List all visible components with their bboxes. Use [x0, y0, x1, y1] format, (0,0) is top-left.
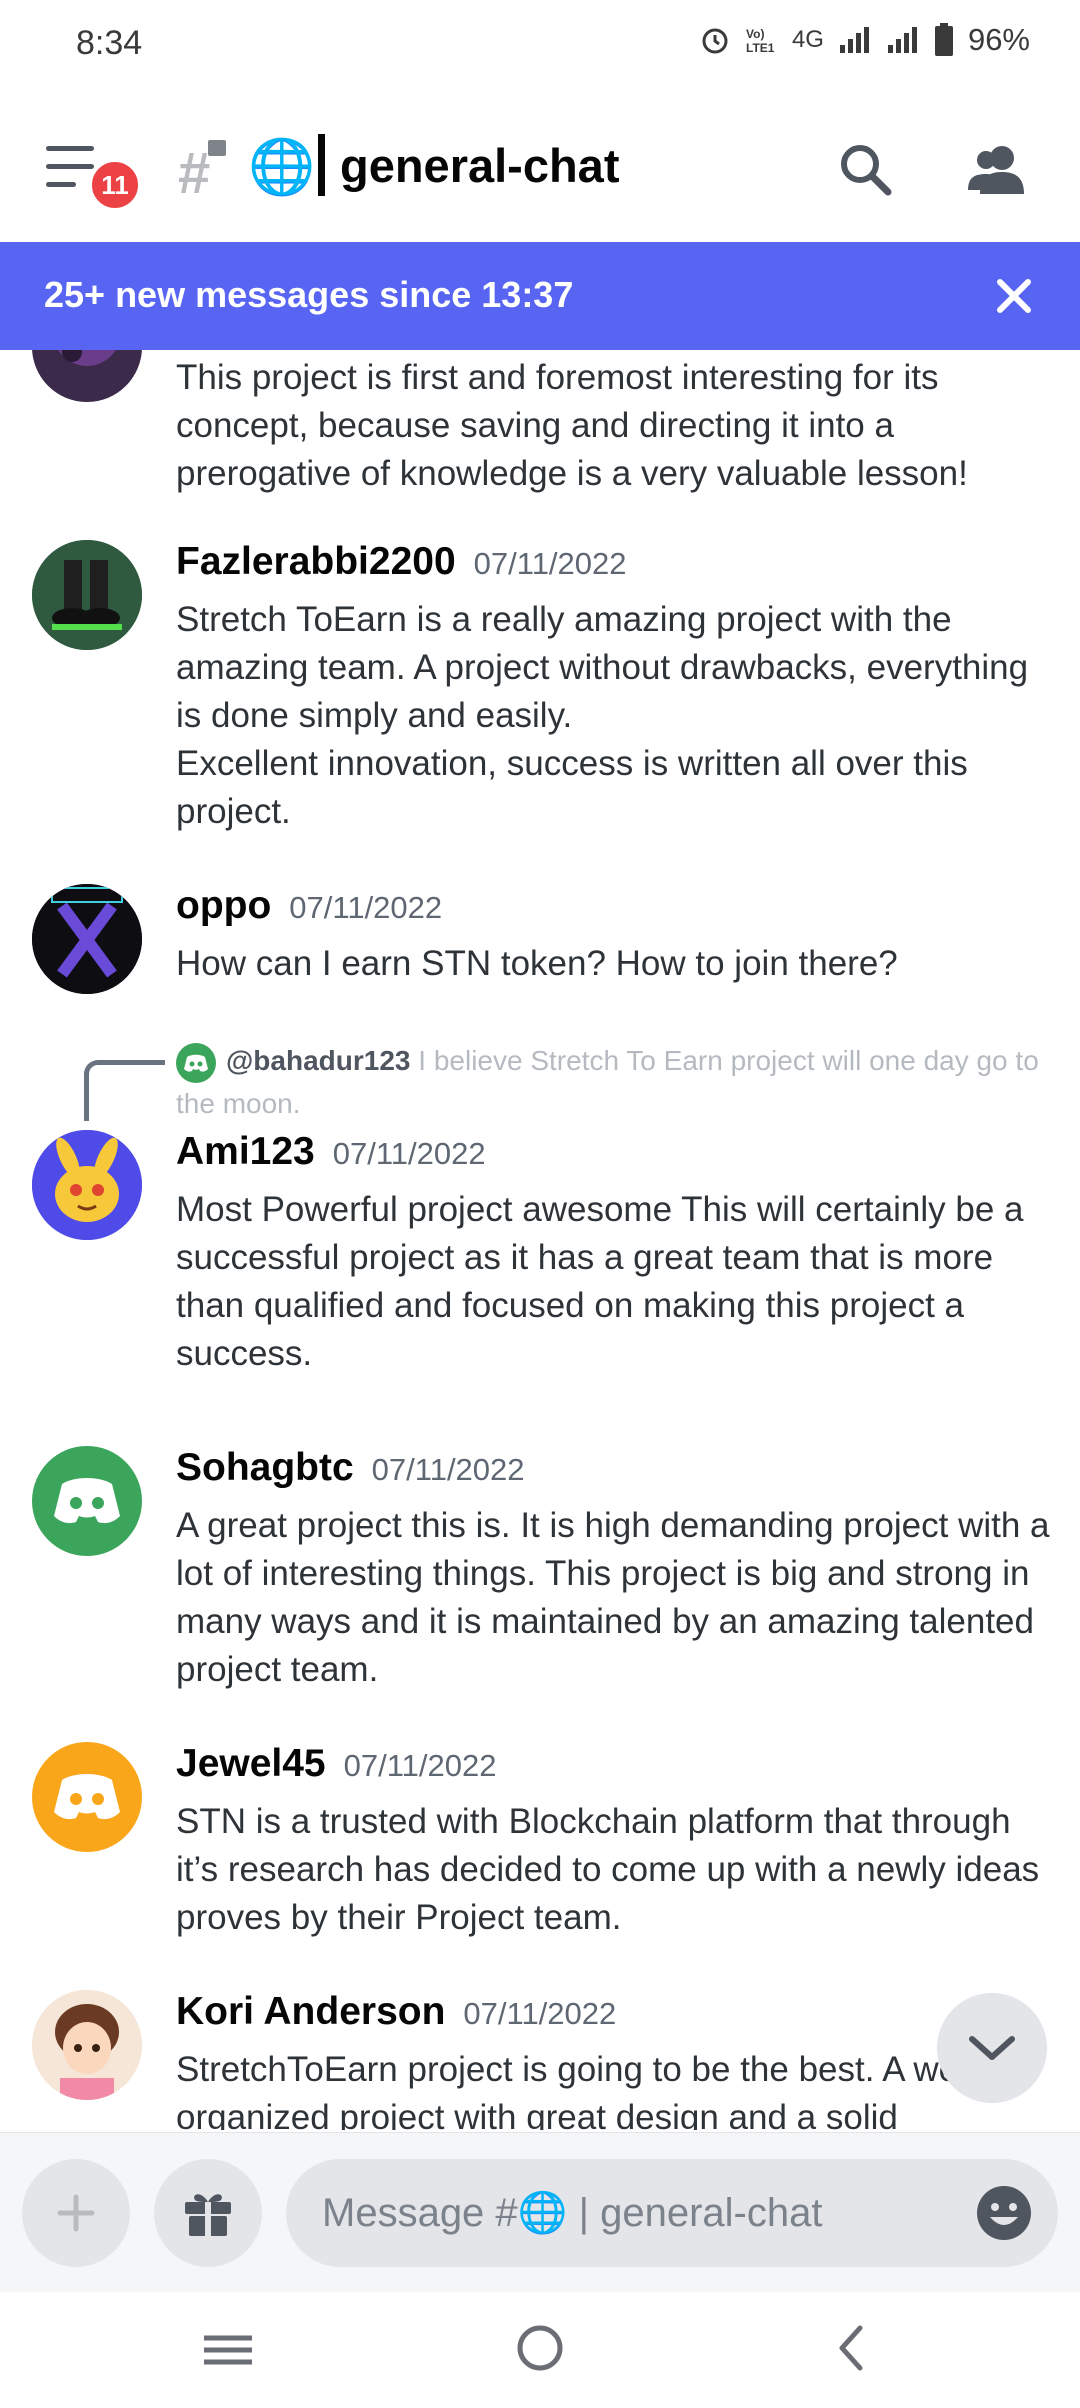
plus-icon	[57, 2194, 95, 2232]
notification-badge: 11	[88, 158, 142, 212]
message-text: Stretch ToEarn is a really amazing proje…	[176, 596, 1056, 836]
message-text: STN is a trusted with Blockchain platfor…	[176, 1802, 1040, 1937]
back-button[interactable]	[824, 2320, 880, 2376]
channel-divider	[318, 134, 325, 196]
message-input[interactable]: Message #🌐 | general-chat	[286, 2159, 1058, 2267]
message-paragraph: Stretch ToEarn is a really amazing proje…	[176, 600, 1029, 735]
gift-icon	[185, 2194, 231, 2236]
member-list-button[interactable]	[962, 134, 1032, 204]
recent-apps-icon	[204, 2335, 252, 2365]
close-icon	[997, 279, 1031, 313]
network-type: 4G	[791, 26, 824, 53]
message-date: 07/11/2022	[463, 1996, 617, 2031]
status-icons: Vo) LTE1 4G 96%	[700, 22, 1030, 58]
avatar[interactable]	[32, 1446, 142, 1556]
author-name[interactable]: oppo	[176, 884, 271, 927]
attach-button[interactable]	[22, 2159, 130, 2267]
status-bar: 8:34 Vo) LTE1 4G 96%	[0, 0, 1080, 90]
menu-icon	[46, 146, 94, 151]
signal-icon	[839, 27, 869, 53]
discord-icon	[54, 1774, 120, 1820]
alarm-icon	[702, 28, 728, 54]
battery-percent: 96%	[967, 22, 1030, 57]
message-text: StretchToEarn project is going to be the…	[176, 2050, 986, 2130]
jump-to-bottom-button[interactable]	[937, 1993, 1047, 2103]
author-name[interactable]: Fazlerabbi2200	[176, 540, 456, 583]
volte-icon: Vo) LTE1	[746, 27, 775, 55]
discord-icon	[54, 1478, 120, 1524]
message-composer: Message #🌐 | general-chat	[0, 2132, 1080, 2293]
reply-preview[interactable]: @bahadur123 I believe Stretch To Earn pr…	[176, 1040, 1056, 1125]
signal-icon	[887, 27, 917, 53]
back-icon	[839, 2325, 863, 2371]
message-date: 07/11/2022	[473, 546, 627, 581]
message-author[interactable]: Fazlerabbi2200 07/11/2022	[176, 540, 627, 584]
message-text: How can I earn STN token? How to join th…	[176, 944, 898, 983]
emoji-button[interactable]	[974, 2183, 1034, 2243]
channel-emoji: 🌐	[248, 137, 316, 197]
menu-icon-bar	[46, 182, 76, 187]
reply-connector	[84, 1060, 165, 1121]
recent-apps-button[interactable]	[200, 2322, 256, 2378]
message-paragraph: Excellent innovation, success is written…	[176, 744, 968, 831]
avatar[interactable]	[32, 1990, 142, 2100]
close-banner-button[interactable]	[986, 268, 1042, 324]
message-author[interactable]: Jewel45 07/11/2022	[176, 1742, 496, 1786]
reply-author[interactable]: @bahadur123	[226, 1045, 410, 1076]
search-icon	[841, 145, 892, 196]
lock-icon	[208, 140, 226, 156]
author-name[interactable]: Jewel45	[176, 1742, 326, 1785]
avatar[interactable]	[32, 884, 142, 994]
message-author[interactable]: Ami123 07/11/2022	[176, 1130, 486, 1174]
system-nav-bar	[0, 2292, 1080, 2408]
channel-header: 11 # 🌐 general-chat	[0, 90, 1080, 242]
home-icon	[517, 2325, 563, 2371]
chevron-down-icon	[969, 2036, 1015, 2060]
home-button[interactable]	[512, 2320, 568, 2376]
message-text: A great project this is. It is high dema…	[176, 1506, 1050, 1689]
avatar[interactable]	[32, 1742, 142, 1852]
new-messages-text: 25+ new messages since 13:37	[44, 274, 574, 315]
author-name[interactable]: Ami123	[176, 1130, 315, 1173]
message-text: This project is first and foremost inter…	[176, 358, 968, 493]
channel-name: general-chat	[340, 139, 620, 192]
status-time: 8:34	[76, 24, 143, 62]
search-button[interactable]	[830, 134, 900, 204]
message-author[interactable]: Sohagbtc 07/11/2022	[176, 1446, 525, 1490]
author-name[interactable]: Kori Anderson	[176, 1990, 445, 2033]
new-messages-banner[interactable]: 25+ new messages since 13:37	[0, 242, 1080, 350]
message-date: 07/11/2022	[371, 1452, 525, 1487]
svg-text:LTE1: LTE1	[746, 41, 775, 55]
message-placeholder: Message #🌐 | general-chat	[322, 2191, 823, 2235]
svg-text:Vo): Vo)	[746, 27, 764, 41]
battery-icon	[934, 23, 953, 56]
menu-icon-bar	[46, 164, 94, 169]
avatar[interactable]	[32, 350, 142, 402]
message-author[interactable]: oppo 07/11/2022	[176, 884, 442, 928]
message-feed[interactable]: This project is first and foremost inter…	[0, 350, 1080, 2130]
channel-hash-icon: #	[178, 141, 211, 206]
message-date: 07/11/2022	[343, 1748, 497, 1783]
members-icon	[968, 146, 1024, 194]
discord-icon	[176, 1042, 216, 1083]
avatar[interactable]	[32, 1130, 142, 1240]
smiley-icon	[977, 2186, 1031, 2240]
author-name[interactable]: Sohagbtc	[176, 1446, 354, 1489]
message-author[interactable]: Kori Anderson 07/11/2022	[176, 1990, 616, 2034]
avatar[interactable]	[32, 540, 142, 650]
gift-button[interactable]	[154, 2159, 262, 2267]
message-date: 07/11/2022	[332, 1136, 486, 1171]
message-text: Most Powerful project awesome This will …	[176, 1190, 1024, 1373]
message-date: 07/11/2022	[289, 890, 443, 925]
